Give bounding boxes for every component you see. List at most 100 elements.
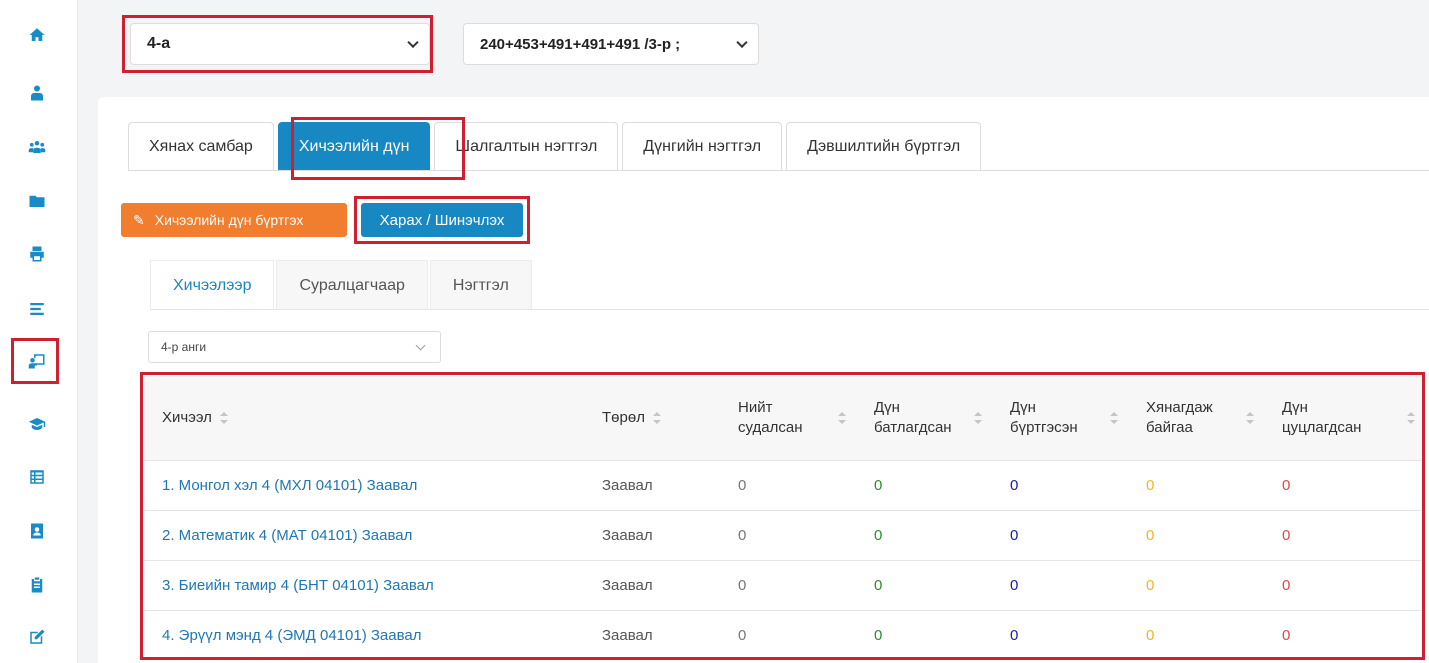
view-refresh-label: Харах / Шинэчлэх (379, 211, 505, 229)
tab-promotion-register[interactable]: Дэвшилтийн бүртгэл (786, 122, 982, 170)
cell-type: Заавал (602, 526, 653, 544)
cell-cancelled: 0 (1282, 626, 1291, 644)
table-row: 2. Математик 4 (МАТ 04101) Заавал Заавал… (144, 510, 1421, 560)
cell-confirmed: 0 (874, 576, 883, 594)
tab-label: Шалгалтын нэгтгэл (455, 137, 598, 155)
sub-tabs: Хичээлээр Суралцагчаар Нэгтгэл (150, 260, 534, 310)
chevron-down-icon (415, 340, 426, 351)
tab-label: Дүнгийн нэгтгэл (643, 137, 762, 155)
cell-type: Заавал (602, 576, 653, 594)
sidebar (0, 0, 78, 663)
table-row: 3. Биеийн тамир 4 (БНТ 04101) Заавал Заа… (144, 560, 1421, 610)
cell-reviewing: 0 (1146, 576, 1155, 594)
subtab-by-student[interactable]: Суралцагчаар (276, 260, 428, 310)
edit-icon[interactable] (26, 626, 48, 648)
cell-total: 0 (738, 476, 747, 494)
subtab-summary[interactable]: Нэгтгэл (429, 260, 532, 310)
cell-confirmed: 0 (874, 526, 883, 544)
sort-icon (1246, 411, 1254, 424)
cell-registered: 0 (1010, 576, 1019, 594)
col-cancelled-label: Дүн (1282, 398, 1308, 416)
menu-lines-icon[interactable] (26, 298, 48, 320)
col-subject-label: Хичээл (162, 408, 212, 426)
register-grades-label: Хичээлийн дүн бүртгэх (154, 212, 304, 228)
col-confirmed-label: батлагдсан (874, 418, 952, 436)
table-row: 4. Эрүүл мэнд 4 (ЭМД 04101) Заавал Заава… (144, 610, 1421, 660)
sort-icon (838, 411, 846, 424)
col-registered-label: бүртгэсэн (1010, 418, 1078, 436)
cell-type: Заавал (602, 476, 653, 494)
sort-icon (1110, 411, 1118, 424)
col-reviewing-label: байгаа (1146, 418, 1193, 436)
clipboard-icon[interactable] (26, 574, 48, 596)
col-registered[interactable]: Дүн бүртгэсэн (992, 376, 1128, 460)
topbar: 4-а 240+453+491+491+491 /3-р ; (78, 0, 1429, 85)
sidebar-highlight (11, 338, 59, 384)
col-type-label: Төрөл (602, 408, 645, 426)
cell-reviewing: 0 (1146, 526, 1155, 544)
address-card-icon[interactable] (26, 520, 48, 542)
col-confirmed-label: Дүн (874, 398, 900, 416)
subject-grades-table: Хичээл Төрөл Нийт судалсан Дүн батлагдсан … (144, 376, 1421, 660)
list-icon[interactable] (26, 466, 48, 488)
col-total-label: Нийт (738, 398, 773, 416)
chevron-down-icon (736, 36, 748, 49)
subject-link[interactable]: 4. Эрүүл мэнд 4 (ЭМД 04101) Заавал (144, 610, 584, 660)
tab-dashboard[interactable]: Хянах самбар (128, 122, 274, 170)
main-tabs: Хянах самбар Хичээлийн дүн Шалгалтын нэг… (128, 122, 985, 172)
col-reviewing[interactable]: Хянагдаж байгаа (1128, 376, 1264, 460)
subject-link[interactable]: 1. Монгол хэл 4 (МХЛ 04101) Заавал (144, 460, 584, 510)
sort-icon (219, 411, 228, 424)
tab-label: Хянах самбар (149, 137, 253, 155)
col-type[interactable]: Төрөл (584, 376, 720, 460)
col-registered-label: Дүн (1010, 398, 1036, 416)
cell-total: 0 (738, 526, 747, 544)
sort-icon (1407, 411, 1415, 424)
col-cancelled-label: цуцлагдсан (1282, 418, 1362, 436)
active-tab-highlight (291, 117, 465, 180)
subtab-by-subject[interactable]: Хичээлээр (150, 260, 275, 310)
home-icon[interactable] (26, 24, 48, 46)
col-total[interactable]: Нийт судалсан (720, 376, 856, 460)
cell-confirmed: 0 (874, 476, 883, 494)
cell-cancelled: 0 (1282, 576, 1291, 594)
cell-cancelled: 0 (1282, 476, 1291, 494)
cell-registered: 0 (1010, 626, 1019, 644)
col-total-label: судалсан (738, 418, 803, 436)
cell-reviewing: 0 (1146, 626, 1155, 644)
subtabs-divider (150, 309, 1429, 310)
cell-registered: 0 (1010, 476, 1019, 494)
cell-total: 0 (738, 576, 747, 594)
course-select[interactable]: 240+453+491+491+491 /3-р ; (463, 23, 759, 65)
sort-icon (652, 411, 661, 424)
cell-confirmed: 0 (874, 626, 883, 644)
sort-icon (974, 411, 982, 424)
col-confirmed[interactable]: Дүн батлагдсан (856, 376, 992, 460)
view-refresh-button[interactable]: Харах / Шинэчлэх (361, 203, 523, 237)
col-subject[interactable]: Хичээл (144, 376, 584, 460)
users-icon[interactable] (26, 136, 48, 158)
folder-icon[interactable] (26, 190, 48, 212)
content-card: Хянах самбар Хичээлийн дүн Шалгалтын нэг… (98, 97, 1429, 663)
pencil-icon: ✎ (133, 211, 145, 228)
subtab-label: Суралцагчаар (299, 276, 405, 294)
tab-grade-summary[interactable]: Дүнгийн нэгтгэл (622, 122, 783, 170)
subtab-label: Хичээлээр (173, 276, 252, 294)
table-row: 1. Монгол хэл 4 (МХЛ 04101) Заавал Заава… (144, 460, 1421, 510)
graduation-cap-icon[interactable] (26, 413, 48, 435)
col-cancelled[interactable]: Дүн цуцлагдсан (1264, 376, 1421, 460)
grade-select[interactable]: 4-р анги (148, 331, 441, 363)
print-icon[interactable] (26, 243, 48, 265)
cell-cancelled: 0 (1282, 526, 1291, 544)
class-select[interactable]: 4-а (130, 23, 430, 65)
register-grades-button[interactable]: ✎ Хичээлийн дүн бүртгэх (121, 203, 347, 237)
subtab-label: Нэгтгэл (452, 276, 509, 294)
cell-type: Заавал (602, 626, 653, 644)
cell-total: 0 (738, 626, 747, 644)
user-tie-icon[interactable] (26, 82, 48, 104)
subject-link[interactable]: 2. Математик 4 (МАТ 04101) Заавал (144, 510, 584, 560)
grade-select-value: 4-р анги (161, 340, 207, 354)
cell-registered: 0 (1010, 526, 1019, 544)
subject-link[interactable]: 3. Биеийн тамир 4 (БНТ 04101) Заавал (144, 560, 584, 610)
course-select-value: 240+453+491+491+491 /3-р ; (480, 35, 681, 53)
